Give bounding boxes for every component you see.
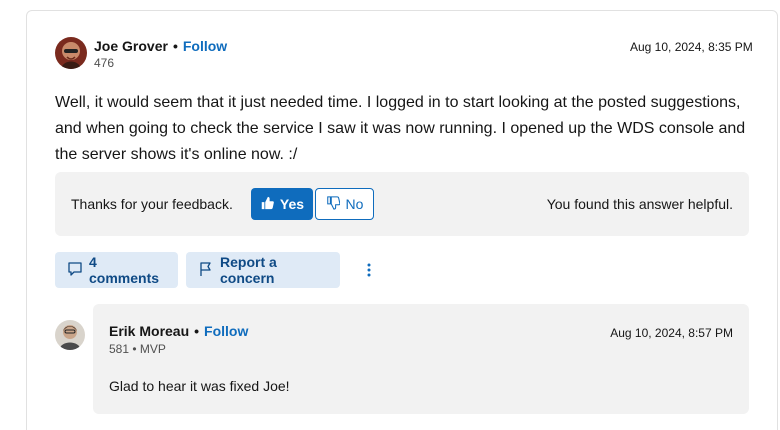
answer-author-reputation: 476 (94, 56, 115, 70)
report-concern-button[interactable]: Report a concern (186, 252, 340, 288)
follow-answer-author-link[interactable]: Follow (183, 38, 227, 54)
comment-author-avatar[interactable] (55, 320, 85, 350)
report-label: Report a concern (220, 254, 277, 286)
yes-button[interactable]: Yes (251, 188, 313, 220)
comment-author-reputation: 581 • MVP (109, 342, 166, 356)
feedback-prompt: Thanks for your feedback. (71, 196, 233, 212)
feedback-panel: Thanks for your feedback. Yes No You fou… (55, 172, 749, 236)
comment-panel: Erik Moreau • Follow 581 • MVP Aug 10, 2… (93, 304, 749, 414)
comments-button[interactable]: 4 comments (55, 252, 178, 288)
answer-body: Well, it would seem that it just needed … (55, 94, 746, 163)
yes-label: Yes (279, 196, 305, 212)
comment-icon (67, 261, 83, 280)
more-vertical-icon[interactable] (362, 258, 376, 282)
separator-dot: • (194, 323, 200, 339)
follow-comment-author-link[interactable]: Follow (204, 323, 248, 339)
feedback-status: You found this answer helpful. (546, 196, 733, 212)
answer-date: Aug 10, 2024, 8:35 PM (630, 40, 753, 54)
no-button[interactable]: No (315, 188, 374, 220)
flag-icon (198, 261, 214, 280)
answer-author-name[interactable]: Joe Grover (94, 38, 168, 54)
thumbs-up-icon (260, 196, 274, 213)
comment-date: Aug 10, 2024, 8:57 PM (610, 326, 733, 340)
comments-label: 4 comments (89, 254, 160, 286)
answer-author-avatar[interactable] (55, 37, 87, 69)
answer-author-line: Joe Grover • Follow (94, 38, 227, 54)
comment-author-line: Erik Moreau • Follow (109, 323, 248, 339)
separator-dot: • (172, 38, 178, 54)
comment-body: Glad to hear it was fixed Joe! (109, 378, 290, 394)
comment-author-name[interactable]: Erik Moreau (109, 323, 189, 339)
no-label: No (345, 196, 364, 212)
thumbs-down-icon (326, 195, 340, 213)
